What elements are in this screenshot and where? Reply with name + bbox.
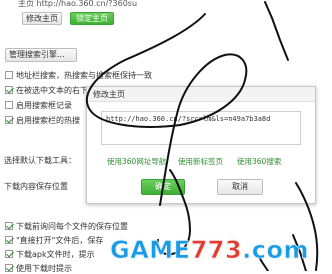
option-checkbox-2[interactable] xyxy=(5,101,13,109)
default-download-tool-label: 选择默认下载工具： xyxy=(4,156,76,165)
home-url-input[interactable]: http://hao.360.cn/?src=lm&ls=n49a7b3a8d xyxy=(101,111,301,145)
download-option-checkbox-1[interactable] xyxy=(5,236,13,244)
download-option-label-0: 下载前询问每个文件的保存位置 xyxy=(16,222,128,231)
option-label-1: 在被选中文本的右下角 xyxy=(16,86,96,95)
lock-home-button[interactable]: 锁定主页 xyxy=(70,12,114,25)
download-option-checkbox-0[interactable] xyxy=(5,222,13,230)
game773-watermark: GAME773.com xyxy=(110,236,310,265)
dialog-title: 修改主页 xyxy=(93,90,125,99)
option-checkbox-3[interactable] xyxy=(5,116,13,124)
download-option-label-3: 使用下载时提示 xyxy=(16,264,72,273)
option-label-2: 启用搜索框记录 xyxy=(16,101,72,110)
option-label-3: 启用搜索栏的热搜 xyxy=(16,116,80,125)
dialog-header: 修改主页 xyxy=(87,87,315,102)
modify-home-button[interactable]: 修改主页 xyxy=(22,12,62,25)
download-option-checkbox-2[interactable] xyxy=(5,250,13,258)
option-label-0: 地址栏搜索，热搜索与搜索框保持一致 xyxy=(16,71,152,80)
option-checkbox-1[interactable] xyxy=(5,86,13,94)
use-360-search-link[interactable]: 使用360搜索 xyxy=(237,156,281,167)
manage-search-engines-button[interactable]: 管理搜索引擎... xyxy=(5,48,77,62)
use-360-nav-link[interactable]: 使用360网址导航 xyxy=(107,156,166,167)
download-path-label: 下载内容保存位置 xyxy=(4,182,68,191)
use-new-tab-link[interactable]: 使用新标签页 xyxy=(178,156,223,167)
download-option-label-1: "直接打开"文件后，保存 xyxy=(16,236,104,245)
download-option-label-2: 下载apk文件时，提示 xyxy=(16,250,95,259)
modify-home-dialog: 修改主页 http://hao.360.cn/?src=lm&ls=n49a7b… xyxy=(86,86,316,204)
dialog-ok-button[interactable]: 确定 xyxy=(141,179,185,195)
home-url-text: 主页 http://hao.360.cn/?360su xyxy=(18,0,138,8)
watermark-text: GAME773.com xyxy=(110,236,310,265)
dialog-cancel-button[interactable]: 取消 xyxy=(217,179,263,195)
option-checkbox-0[interactable] xyxy=(5,71,13,79)
